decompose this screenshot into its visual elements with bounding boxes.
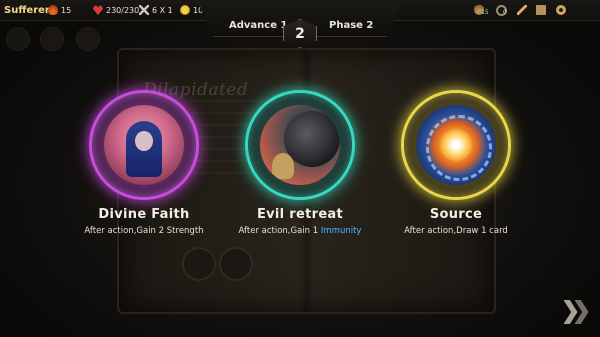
fleeing-monk — [272, 153, 294, 179]
card-orb[interactable] — [404, 93, 508, 197]
quill-icon — [517, 5, 527, 15]
sack-count: 15 — [481, 9, 489, 16]
sun-sigil-icon — [416, 105, 496, 185]
card-orb[interactable] — [92, 93, 196, 197]
card-description: After action,Gain 2 Strength — [84, 226, 204, 236]
book-slot — [182, 247, 216, 281]
card-title: Divine Faith — [98, 207, 190, 222]
fire-stat: 15 — [48, 3, 71, 17]
phase-label: Phase 2 — [329, 20, 374, 31]
card-title: Source — [429, 207, 483, 222]
book-slot — [219, 247, 253, 281]
choice-card-divine-faith[interactable]: Divine Faith After action,Gain 2 Strengt… — [76, 93, 212, 236]
faded-relic-icon — [6, 27, 30, 51]
ring-count: 0 — [503, 9, 507, 16]
attack-value: 6 X 1 — [152, 5, 173, 15]
chevron-right-icon — [563, 300, 578, 324]
hp-value: 230/230 — [106, 5, 140, 15]
card-description: After action,Draw 1 card — [404, 226, 508, 236]
quill-button[interactable] — [517, 3, 527, 17]
flame-icon — [48, 5, 58, 15]
player-name: Sufferer — [4, 4, 50, 16]
card-description: After action,Gain 1 Immunity — [238, 226, 362, 236]
book-button[interactable] — [536, 3, 546, 17]
praying-figure-icon — [104, 105, 184, 185]
faded-relic-icon — [40, 27, 64, 51]
keyword-immunity[interactable]: Immunity — [321, 226, 362, 236]
attack-stat: 6 X 1 — [139, 3, 173, 17]
coin-icon — [180, 5, 190, 15]
faded-relic-icon — [76, 27, 100, 51]
book-icon — [536, 5, 546, 15]
gear-icon — [556, 5, 566, 15]
choice-card-source[interactable]: Source After action,Draw 1 card — [388, 93, 524, 236]
skip-next-button[interactable] — [556, 292, 596, 332]
sun-core — [440, 129, 472, 161]
settings-button[interactable] — [556, 3, 566, 17]
heart-icon — [93, 5, 103, 15]
figure-face — [135, 131, 153, 151]
fire-value: 15 — [61, 5, 72, 15]
advance-label: Advance 1 — [229, 20, 288, 31]
hp-stat: 230/230 — [93, 3, 139, 17]
card-orb[interactable] — [248, 93, 352, 197]
card-title: Evil retreat — [256, 207, 344, 222]
swords-icon — [139, 5, 149, 15]
choice-card-evil-retreat[interactable]: Evil retreat After action,Gain 1 Immunit… — [232, 93, 368, 236]
dark-swirl-icon — [260, 105, 340, 185]
